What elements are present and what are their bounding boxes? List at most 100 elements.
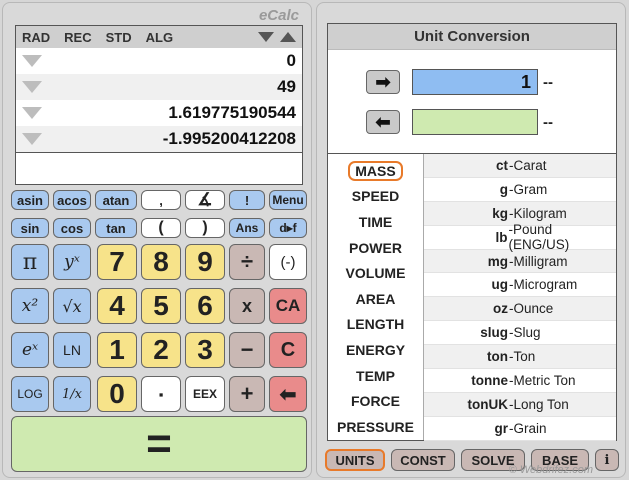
category-area[interactable]: AREA [328,286,423,312]
menu-button[interactable]: Menu [269,190,307,210]
unit-item[interactable]: tonne -Metric Ton [424,369,616,393]
stack-value: 49 [277,77,296,96]
stack-row[interactable]: 1.619775190544 [16,100,302,126]
stack-marker-icon[interactable] [22,107,42,119]
decimal-fraction-button[interactable]: d▸f [269,218,307,238]
log-button[interactable]: LOG [11,376,49,412]
unit-item[interactable]: tonUK -Long Ton [424,392,616,417]
category-energy[interactable]: ENERGY [328,337,423,363]
equals-button[interactable]: = [11,416,307,472]
stack-row[interactable]: -1.995200412208 [16,126,302,152]
square-button[interactable]: x² [11,288,49,324]
category-pressure[interactable]: PRESSURE [328,414,423,440]
eex-button[interactable]: EEX [185,376,225,412]
decimal-point-button[interactable]: ▪ [141,376,181,412]
category-force[interactable]: FORCE [328,388,423,414]
digit-8-button[interactable]: 8 [141,244,181,280]
unit-abbr: mg [487,253,508,269]
digit-0-button[interactable]: 0 [97,376,137,412]
unit-abbr: ton [487,349,508,365]
negate-button[interactable]: (-) [269,244,307,280]
digit-1-button[interactable]: 1 [97,332,137,368]
reciprocal-button[interactable]: 1/x [53,376,91,412]
category-mass[interactable]: MASS [328,158,423,184]
add-button[interactable]: + [229,376,265,412]
unit-item[interactable]: oz -Ounce [424,297,616,322]
open-paren-button[interactable]: ( [141,218,181,238]
sqrt-button[interactable]: √x [53,288,91,324]
ln-button[interactable]: LN [53,332,91,368]
to-unit-label: -- [543,113,553,131]
stack-marker-icon[interactable] [22,81,42,93]
unit-name: -Microgram [509,277,578,293]
clear-all-button[interactable]: CA [269,288,307,324]
tab-const[interactable]: CONST [391,449,455,471]
mode-rec[interactable]: REC [64,30,91,45]
unit-item[interactable]: ct -Carat [424,154,616,178]
unit-name: -Ounce [509,301,554,317]
mode-std[interactable]: STD [106,30,132,45]
angle-button[interactable]: ∡ [185,190,225,210]
category-length[interactable]: LENGTH [328,312,423,338]
category-label: SPEED [351,188,400,205]
backspace-button[interactable]: ⬅ [269,376,307,412]
category-temp[interactable]: TEMP [328,363,423,389]
acos-button[interactable]: acos [53,190,91,210]
unit-item[interactable]: lb -Pound (ENG/US) [424,222,616,252]
unit-item[interactable]: slug -Slug [424,321,616,346]
unit-abbr: ug [491,277,509,293]
arrow-left-icon: ⬅ [375,111,391,132]
digit-9-button[interactable]: 9 [185,244,225,280]
exp-button[interactable]: eˣ [11,332,49,368]
unit-item[interactable]: ug -Microgram [424,273,616,298]
digit-2-button[interactable]: 2 [141,332,181,368]
clear-button[interactable]: C [269,332,307,368]
stack-row[interactable]: 0 [16,48,302,74]
unit-item[interactable]: mg -Milligram [424,249,616,274]
to-value-field[interactable] [412,109,538,135]
ans-button[interactable]: Ans [229,218,265,238]
digit-6-button[interactable]: 6 [185,288,225,324]
category-volume[interactable]: VOLUME [328,260,423,286]
unit-item[interactable]: gr -Grain [424,417,616,441]
category-label: FORCE [351,393,400,410]
atan-button[interactable]: atan [95,190,137,210]
stack-marker-icon[interactable] [22,133,42,145]
multiply-button[interactable]: x [229,288,265,324]
sin-button[interactable]: sin [11,218,49,238]
cos-button[interactable]: cos [53,218,91,238]
stack-row[interactable]: 49 [16,74,302,100]
power-button[interactable]: yˣ [53,244,91,280]
convert-left-button[interactable]: ⬅ [366,110,400,134]
factorial-button[interactable]: ! [229,190,265,210]
tab-units[interactable]: UNITS [325,449,385,471]
unit-item[interactable]: ton -Ton [424,345,616,370]
mode-rad[interactable]: RAD [22,30,50,45]
digit-7-button[interactable]: 7 [97,244,137,280]
from-value-field[interactable]: 1 [412,69,538,95]
close-paren-button[interactable]: ) [185,218,225,238]
subtract-button[interactable]: − [229,332,265,368]
pi-button[interactable]: π [11,244,49,280]
info-button[interactable]: i [595,449,619,471]
unit-name: -Gram [509,181,548,197]
comma-button[interactable]: , [141,190,181,210]
divide-button[interactable]: ÷ [229,244,265,280]
digit-3-button[interactable]: 3 [185,332,225,368]
digit-5-button[interactable]: 5 [141,288,181,324]
convert-right-button[interactable]: ➡ [366,70,400,94]
category-power[interactable]: POWER [328,235,423,261]
scroll-down-icon[interactable] [258,32,274,42]
digit-4-button[interactable]: 4 [97,288,137,324]
entry-line[interactable] [16,152,302,182]
stack-value: -1.995200412208 [162,129,296,148]
stack-marker-icon[interactable] [22,55,42,67]
unit-item[interactable]: g -Gram [424,178,616,202]
category-time[interactable]: TIME [328,209,423,235]
asin-button[interactable]: asin [11,190,49,210]
tan-button[interactable]: tan [95,218,137,238]
category-label: TEMP [356,367,395,384]
scroll-up-icon[interactable] [280,32,296,42]
category-speed[interactable]: SPEED [328,184,423,210]
mode-alg[interactable]: ALG [146,30,173,45]
